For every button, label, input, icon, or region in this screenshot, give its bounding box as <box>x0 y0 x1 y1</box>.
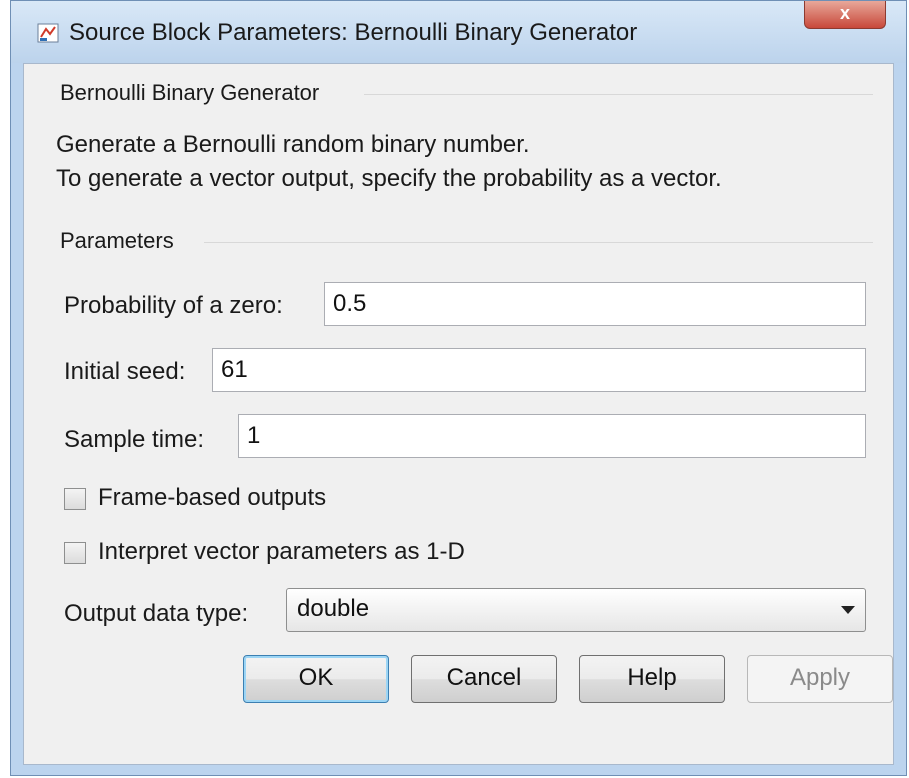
interpret-vector-label: Interpret vector parameters as 1-D <box>98 538 465 565</box>
frame-based-checkbox[interactable] <box>64 488 86 510</box>
simulink-block-icon <box>37 23 59 43</box>
close-icon: x <box>839 3 850 23</box>
chevron-down-icon <box>841 606 855 614</box>
help-button[interactable]: Help <box>579 655 725 703</box>
frame-based-label: Frame-based outputs <box>98 484 327 511</box>
block-description: Generate a Bernoulli random binary numbe… <box>56 128 722 196</box>
seed-label: Initial seed: <box>64 358 186 385</box>
ok-button[interactable]: OK <box>243 655 389 703</box>
cancel-button[interactable]: Cancel <box>411 655 557 703</box>
probability-label: Probability of a zero: <box>64 292 283 319</box>
close-button[interactable]: x <box>804 1 886 29</box>
group-divider <box>364 94 873 95</box>
block-group-title: Bernoulli Binary Generator <box>60 80 320 105</box>
sample-time-label: Sample time: <box>64 426 205 453</box>
apply-button[interactable]: Apply <box>747 655 893 703</box>
dialog-window: Source Block Parameters: Bernoulli Binar… <box>10 0 907 776</box>
window-title: Source Block Parameters: Bernoulli Binar… <box>69 19 638 46</box>
description-line-2: To generate a vector output, specify the… <box>56 165 722 192</box>
output-type-value: double <box>297 595 370 622</box>
parameters-group-title: Parameters <box>60 228 174 253</box>
interpret-vector-checkbox[interactable] <box>64 542 86 564</box>
sample-time-input[interactable] <box>238 414 866 458</box>
description-line-1: Generate a Bernoulli random binary numbe… <box>56 131 530 158</box>
group-divider <box>204 242 873 243</box>
probability-input[interactable] <box>324 282 866 326</box>
title-bar[interactable]: Source Block Parameters: Bernoulli Binar… <box>11 1 906 63</box>
output-type-label: Output data type: <box>64 600 249 627</box>
seed-input[interactable] <box>212 348 866 392</box>
output-type-select[interactable]: double <box>286 588 866 632</box>
